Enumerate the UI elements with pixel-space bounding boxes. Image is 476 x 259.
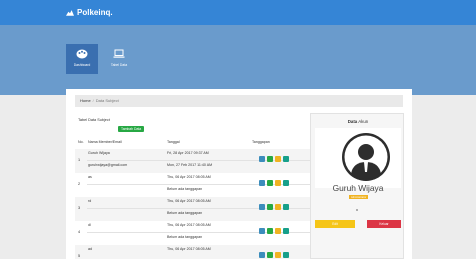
mail-icon[interactable] — [275, 228, 281, 234]
view-icon[interactable] — [259, 204, 265, 210]
row-number: 3 — [78, 206, 81, 210]
nav-dashboard[interactable]: Dashboard — [66, 44, 98, 74]
status-dot — [356, 209, 358, 211]
brand-logo-icon — [66, 10, 74, 16]
nav-tabel-data-label: Tabel Data — [110, 63, 128, 67]
row-actions — [259, 156, 289, 162]
row-number: 1 — [78, 158, 81, 162]
avatar — [342, 133, 390, 181]
row-date: Thu, 06 Apr 2017 08:05 AM — [167, 175, 211, 179]
breadcrumb-home[interactable]: Home — [80, 98, 91, 103]
row-name: ad — [88, 247, 92, 251]
row-date: Thu, 06 Apr 2017 08:05 AM — [167, 247, 211, 251]
row-email: guruhwijaya@gmail.com — [88, 163, 128, 167]
logout-button[interactable]: Keluar — [367, 220, 401, 228]
role-badge: Administrator — [349, 195, 369, 199]
profile-title-bold: Data — [347, 119, 358, 124]
row-actions — [259, 180, 289, 186]
edit-icon[interactable] — [267, 204, 273, 210]
profile-name: Guruh Wijaya — [332, 183, 384, 193]
profile-card-title: Data Akun — [311, 119, 405, 124]
edit-icon[interactable] — [267, 156, 273, 162]
row-response: Belum ada tanggapan — [167, 211, 203, 215]
column-header-response: Tanggapan — [252, 140, 270, 144]
profile-card: Data Akun Guruh Wijaya Administrator Edi… — [310, 113, 404, 259]
edit-icon[interactable] — [267, 180, 273, 186]
view-icon[interactable] — [259, 228, 265, 234]
mail-icon[interactable] — [275, 204, 281, 210]
laptop-icon — [113, 49, 125, 58]
row-name: as — [88, 175, 92, 179]
column-header-name: Nama Member/Email — [88, 140, 122, 144]
table-row: 1 Guruh Wijaya guruhwijaya@gmail.com Fri… — [75, 149, 310, 173]
row-name: dl — [88, 223, 91, 227]
delete-icon[interactable] — [283, 228, 289, 234]
row-date: Fri, 28 Apr 2017 09:37 AM — [167, 151, 209, 155]
column-header-no: No. — [78, 140, 84, 144]
profile-title-rest: Akun — [357, 119, 369, 124]
view-icon[interactable] — [259, 180, 265, 186]
edit-profile-button[interactable]: Edit — [315, 220, 355, 228]
table-row: 2 as Thu, 06 Apr 2017 08:05 AM Belum ada… — [75, 173, 310, 197]
delete-icon[interactable] — [283, 180, 289, 186]
breadcrumb-current: Data Subject — [95, 98, 119, 103]
view-icon[interactable] — [259, 252, 265, 258]
mail-icon[interactable] — [275, 180, 281, 186]
app-title: Polkeinq. — [77, 8, 113, 17]
column-header-date: Tanggal — [167, 140, 180, 144]
row-name: Guruh Wijaya — [88, 151, 110, 155]
row-number: 4 — [78, 230, 81, 234]
mail-icon[interactable] — [275, 252, 281, 258]
nav-dashboard-label: Dashboard — [73, 63, 91, 67]
delete-icon[interactable] — [283, 252, 289, 258]
row-number: 5 — [78, 254, 81, 258]
delete-icon[interactable] — [283, 156, 289, 162]
row-date: Thu, 06 Apr 2017 08:05 AM — [167, 199, 211, 203]
breadcrumb: Home / Data Subject — [75, 95, 403, 107]
table-row: 3 rd Thu, 06 Apr 2017 08:05 AM Belum ada… — [75, 197, 310, 221]
edit-icon[interactable] — [267, 228, 273, 234]
row-actions — [259, 204, 289, 210]
row-name: rd — [88, 199, 92, 203]
row-response: Belum ada tanggapan — [167, 235, 203, 239]
row-actions — [259, 228, 289, 234]
edit-icon[interactable] — [267, 252, 273, 258]
table-title: Tabel Data Subject — [78, 118, 110, 122]
breadcrumb-separator: / — [92, 98, 94, 103]
nav-tabel-data[interactable]: Tabel Data — [103, 44, 135, 74]
app-brand[interactable]: Polkeinq. — [66, 8, 113, 17]
row-response: Mon, 27 Feb 2017 11:40 AM — [167, 163, 213, 167]
view-icon[interactable] — [259, 156, 265, 162]
top-navbar: Polkeinq. — [0, 0, 476, 25]
row-actions — [259, 252, 289, 258]
delete-icon[interactable] — [283, 204, 289, 210]
table-row: 5 ad Thu, 06 Apr 2017 08:05 AM — [75, 245, 310, 259]
row-number: 2 — [78, 182, 81, 186]
row-response: Belum ada tanggapan — [167, 187, 203, 191]
table-row: 4 dl Thu, 06 Apr 2017 08:05 AM Belum ada… — [75, 221, 310, 245]
mail-icon[interactable] — [275, 156, 281, 162]
row-date: Thu, 06 Apr 2017 08:05 AM — [167, 223, 211, 227]
palette-icon — [76, 49, 88, 59]
add-data-button[interactable]: Tambah Data — [118, 126, 145, 132]
